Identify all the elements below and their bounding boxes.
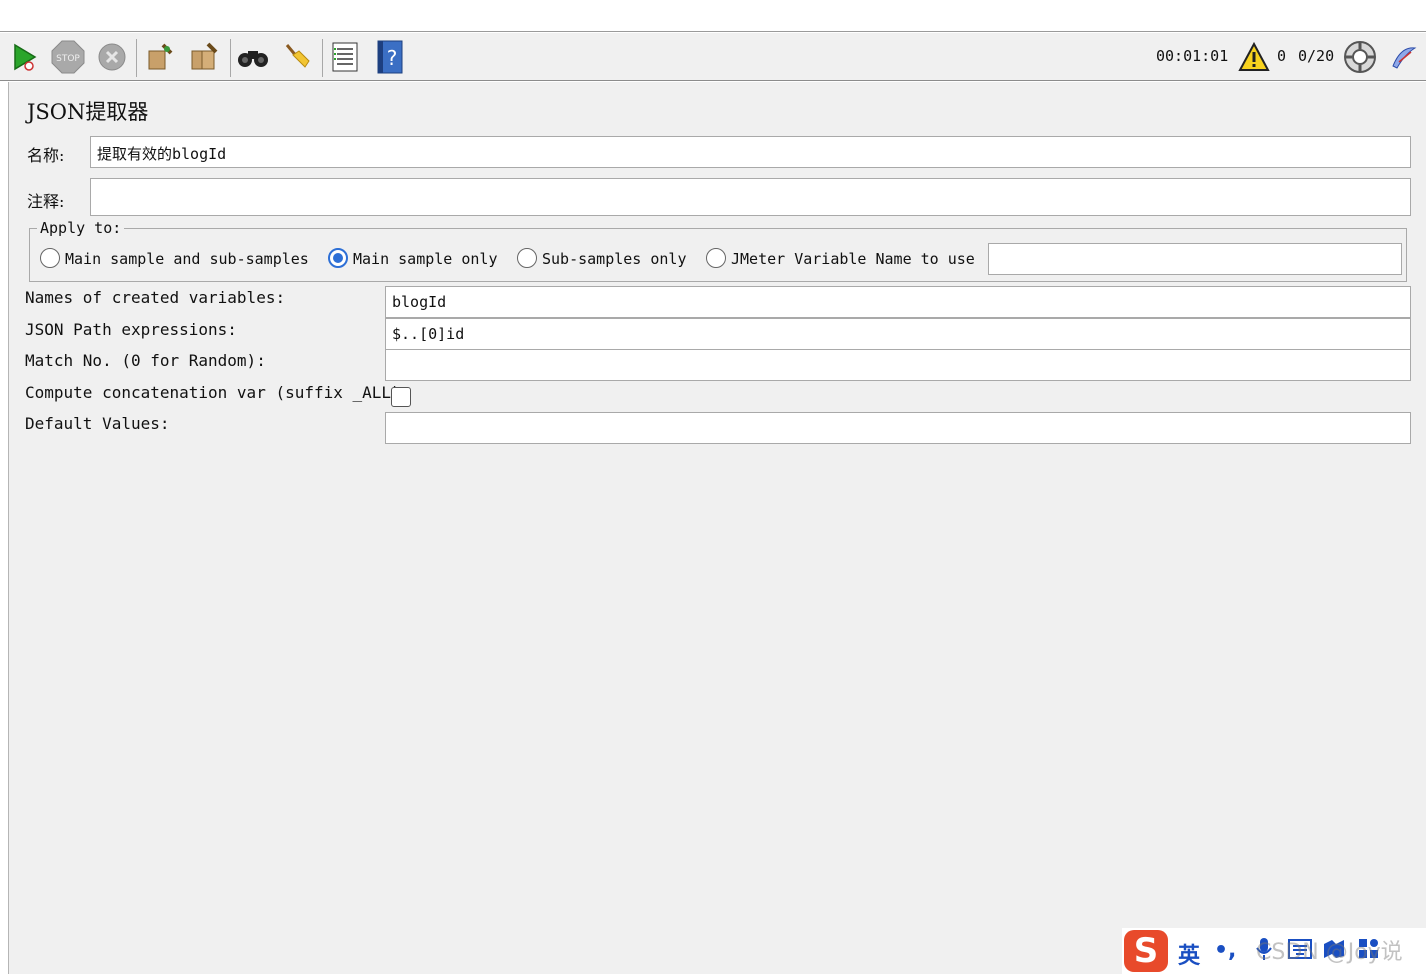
radio-main-only[interactable]	[328, 248, 348, 268]
match-no-field[interactable]	[385, 349, 1411, 381]
remote-icon[interactable]	[1342, 39, 1378, 75]
csdn-watermark: CSDN @Joy说	[1256, 940, 1403, 965]
start-icon[interactable]	[6, 39, 42, 75]
name-label: 名称:	[27, 146, 65, 165]
ime-logo-icon[interactable]: S	[1124, 930, 1168, 972]
name-field[interactable]: 提取有效的blogId	[90, 136, 1411, 168]
default-values-label: Default Values:	[25, 414, 170, 433]
shutdown-icon[interactable]	[94, 39, 130, 75]
function-helper-icon[interactable]	[327, 39, 363, 75]
ime-mode[interactable]: 英	[1178, 938, 1200, 970]
svg-text:?: ?	[387, 46, 398, 70]
concat-checkbox[interactable]	[391, 387, 411, 407]
apply-to-legend: Apply to:	[37, 219, 125, 237]
warning-icon[interactable]	[1236, 39, 1272, 75]
svg-text:STOP: STOP	[56, 54, 80, 64]
log-icon[interactable]	[1386, 39, 1422, 75]
window-top-strip	[0, 0, 1426, 32]
comment-field[interactable]	[90, 178, 1411, 216]
radio-main-only-label[interactable]: Main sample only	[353, 250, 498, 268]
radio-sub-only[interactable]	[517, 248, 537, 268]
jmeter-variable-input[interactable]	[988, 243, 1402, 275]
warning-count: 0	[1277, 47, 1287, 65]
radio-main-and-sub[interactable]	[40, 248, 60, 268]
toolbar: STOP ? 00:01:01 0 0/20	[0, 33, 1426, 81]
radio-main-and-sub-label[interactable]: Main sample and sub-samples	[65, 250, 309, 268]
toolbar-separator	[230, 39, 231, 77]
jsonpath-field[interactable]: $..[0]id	[385, 318, 1411, 350]
reset-search-icon[interactable]	[279, 39, 315, 75]
search-icon[interactable]	[235, 39, 271, 75]
page-title: JSON提取器	[27, 100, 149, 124]
radio-jmeter-variable[interactable]	[706, 248, 726, 268]
radio-sub-only-label[interactable]: Sub-samples only	[542, 250, 687, 268]
thread-count: 0/20	[1298, 47, 1335, 65]
elapsed-timer: 00:01:01	[1156, 47, 1229, 65]
radio-jmeter-variable-label[interactable]: JMeter Variable Name to use	[731, 250, 975, 268]
jsonpath-label: JSON Path expressions:	[25, 320, 237, 339]
concat-label: Compute concatenation var (suffix _ALL):	[25, 383, 411, 402]
names-label: Names of created variables:	[25, 288, 286, 307]
comment-label: 注释:	[27, 192, 65, 211]
ime-punct[interactable]: •,	[1214, 938, 1236, 963]
help-icon[interactable]: ?	[372, 39, 408, 75]
toolbar-separator	[322, 39, 323, 77]
default-values-field[interactable]	[385, 412, 1411, 444]
match-no-label: Match No. (0 for Random):	[25, 351, 266, 370]
stop-icon[interactable]: STOP	[50, 39, 86, 75]
clear-all-icon[interactable]	[186, 39, 222, 75]
clear-icon[interactable]	[141, 39, 177, 75]
names-field[interactable]: blogId	[385, 286, 1411, 318]
toolbar-separator	[136, 39, 137, 77]
json-extractor-panel: JSON提取器 名称: 提取有效的blogId 注释: Apply to: Ma…	[8, 82, 1426, 974]
